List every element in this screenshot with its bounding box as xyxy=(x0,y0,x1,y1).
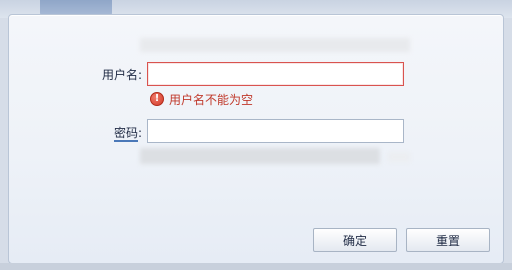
username-error-message: ! 用户名不能为空 xyxy=(150,91,253,107)
password-label-colon: : xyxy=(137,126,142,140)
password-input[interactable] xyxy=(147,119,404,143)
window-bottom-edge xyxy=(0,263,512,270)
blurred-region xyxy=(140,38,410,52)
blurred-region xyxy=(140,148,380,164)
confirm-button[interactable]: 确定 xyxy=(313,228,397,252)
blurred-region xyxy=(388,152,410,162)
reset-button[interactable]: 重置 xyxy=(406,228,490,252)
exclamation-circle-icon: ! xyxy=(150,92,164,106)
username-label: 用户名: xyxy=(101,68,142,82)
username-error-text: 用户名不能为空 xyxy=(169,92,254,107)
password-label-text: 密码 xyxy=(113,126,138,142)
username-input[interactable] xyxy=(147,62,404,86)
password-label: 密码: xyxy=(80,124,142,142)
